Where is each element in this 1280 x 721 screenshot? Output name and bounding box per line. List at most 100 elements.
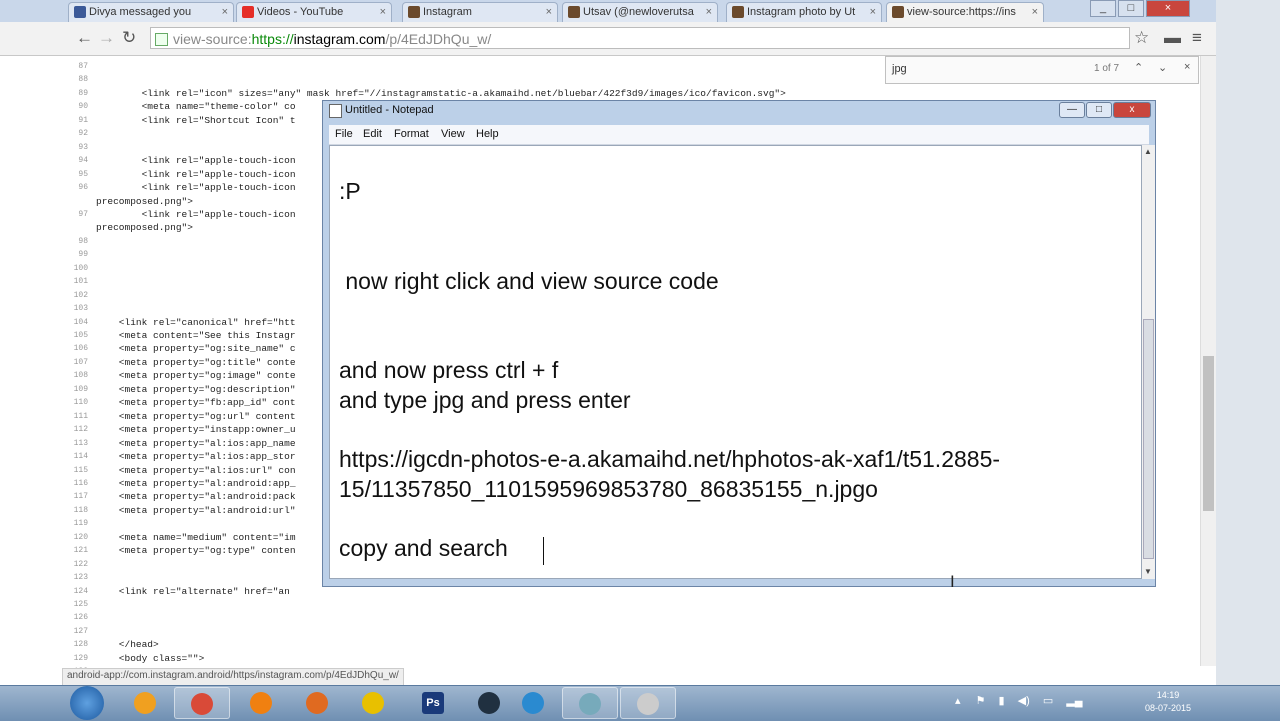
minimize-button[interactable]: _ [1090, 0, 1116, 17]
tab-view-source[interactable]: view-source:https://ins × [886, 2, 1044, 22]
menu-format[interactable]: Format [394, 128, 429, 140]
notepad-window: Untitled - Notepad — □ x File Edit Forma… [322, 100, 1156, 587]
line-number: 103 [73, 304, 88, 314]
notepad-scrollbar[interactable]: ▲ ▼ [1142, 145, 1155, 579]
clock[interactable]: 14:19 08-07-2015 [1138, 689, 1198, 715]
taskbar-app-button[interactable]: Ps [406, 687, 462, 719]
notepad-maximize-button[interactable]: □ [1086, 102, 1112, 118]
close-icon[interactable]: × [380, 3, 386, 22]
tab-youtube[interactable]: Videos - YouTube × [236, 2, 392, 22]
line-number: 101 [73, 277, 88, 287]
menu-view[interactable]: View [441, 128, 465, 140]
find-input[interactable]: jpg [892, 61, 1120, 77]
browser-toolbar: ← → ↻ view-source:https://instagram.com/… [0, 22, 1216, 56]
battery-icon[interactable]: ▭ [1043, 695, 1053, 707]
source-code: <meta property="og:description" [96, 383, 296, 395]
close-button[interactable]: × [1146, 0, 1190, 17]
source-code: <meta name="theme-color" co [96, 101, 296, 113]
source-code: <meta property="og:url" content [96, 410, 296, 422]
line-number: 109 [73, 384, 88, 394]
taskbar-app-button[interactable] [290, 687, 346, 719]
close-icon[interactable]: × [1032, 3, 1038, 22]
line-number: 114 [73, 452, 88, 462]
tab-instagram-profile[interactable]: Utsav (@newloverutsa × [562, 2, 718, 22]
tab-label: Instagram photo by Ut [747, 6, 856, 18]
find-next-button[interactable]: ⌄ [1158, 61, 1167, 74]
taskbar-app-button[interactable] [346, 687, 402, 719]
volume-icon[interactable]: ◀) [1018, 695, 1030, 707]
text-line: copy and search [339, 535, 515, 561]
source-code: <meta property="al:android:pack [96, 491, 296, 503]
find-count: 1 of 7 [1094, 63, 1120, 74]
line-number: 129 [73, 653, 88, 663]
text-line: and now press ctrl + f [339, 357, 559, 383]
photoshop-icon: Ps [422, 692, 444, 714]
browser-tab-strip: Divya messaged you × Videos - YouTube × … [0, 0, 1216, 22]
notepad-text-area[interactable]: :P now right click and view source code … [329, 145, 1142, 579]
tab-instagram[interactable]: Instagram × [402, 2, 558, 22]
tab-instagram-photo[interactable]: Instagram photo by Ut × [726, 2, 882, 22]
source-code: <meta property="og:site_name" c [96, 343, 296, 355]
signal-icon[interactable]: ▂▄ [1066, 695, 1082, 707]
flag-icon[interactable]: ⚑ [976, 695, 986, 707]
menu-file[interactable]: File [335, 128, 353, 140]
close-icon[interactable]: × [222, 3, 228, 22]
vlc-icon [250, 692, 272, 714]
notepad-icon [579, 693, 601, 715]
taskbar-app-button[interactable] [506, 687, 562, 719]
source-code: <link rel="alternate" href="an [96, 585, 290, 597]
media-player-icon [134, 692, 156, 714]
notepad-icon [329, 104, 342, 118]
line-number: 107 [73, 357, 88, 367]
close-icon[interactable]: × [546, 3, 552, 22]
scroll-up-icon[interactable]: ▲ [1144, 147, 1152, 156]
maximize-button[interactable]: □ [1118, 0, 1144, 17]
url-scheme: https:// [251, 31, 294, 47]
desktop-background [1216, 0, 1280, 685]
find-previous-button[interactable]: ⌃ [1134, 61, 1143, 74]
address-bar[interactable]: view-source:https://instagram.com/p/4EdJ… [150, 27, 1130, 49]
line-number: 98 [78, 236, 88, 246]
reload-button[interactable]: ↻ [122, 29, 136, 47]
tab-facebook[interactable]: Divya messaged you × [68, 2, 234, 22]
line-number: 127 [73, 626, 88, 636]
line-number: 116 [73, 478, 88, 488]
line-number: 111 [73, 411, 88, 421]
source-code: <link rel="Shortcut Icon" t [96, 114, 296, 126]
line-number: 115 [73, 465, 88, 475]
page-scrollbar[interactable] [1200, 56, 1217, 666]
find-close-button[interactable]: × [1184, 61, 1190, 73]
find-bar: jpg 1 of 7 ⌃ ⌄ × [885, 56, 1199, 84]
taskbar-app-button[interactable] [118, 687, 174, 719]
network-icon[interactable]: ▮ [999, 695, 1005, 707]
taskbar-app-button[interactable] [562, 687, 618, 719]
start-button[interactable] [70, 686, 104, 720]
menu-help[interactable]: Help [476, 128, 499, 140]
scrollbar-thumb[interactable] [1203, 356, 1214, 511]
menu-icon[interactable]: ≡ [1192, 29, 1202, 47]
source-code: <meta content="See this Instagr [96, 330, 296, 341]
notepad-minimize-button[interactable]: — [1059, 102, 1085, 118]
source-code: precomposed.png"> [96, 195, 193, 207]
taskbar-app-button[interactable] [620, 687, 676, 719]
taskbar-app-button[interactable] [174, 687, 230, 719]
menu-edit[interactable]: Edit [363, 128, 382, 140]
line-number: 105 [73, 331, 88, 340]
source-code: <meta property="og:image" conte [96, 370, 296, 382]
close-icon[interactable]: × [706, 3, 712, 22]
instagram-icon [732, 6, 744, 18]
taskbar-app-button[interactable] [234, 687, 290, 719]
notepad-close-button[interactable]: x [1113, 102, 1151, 118]
line-number: 113 [73, 438, 88, 448]
scroll-down-icon[interactable]: ▼ [1144, 567, 1152, 576]
close-icon[interactable]: × [870, 3, 876, 22]
forward-button[interactable]: → [98, 29, 115, 47]
line-number: 99 [78, 250, 88, 260]
source-code: <link rel="apple-touch-icon [96, 155, 296, 167]
source-code: <meta property="al:android:app_ [96, 477, 296, 489]
bookmark-star-icon[interactable]: ☆ [1134, 29, 1149, 47]
cast-icon[interactable]: ▬ [1164, 29, 1181, 47]
scrollbar-thumb[interactable] [1143, 319, 1154, 559]
arrow-up-icon[interactable]: ▴ [955, 695, 961, 707]
back-button[interactable]: ← [76, 29, 93, 47]
